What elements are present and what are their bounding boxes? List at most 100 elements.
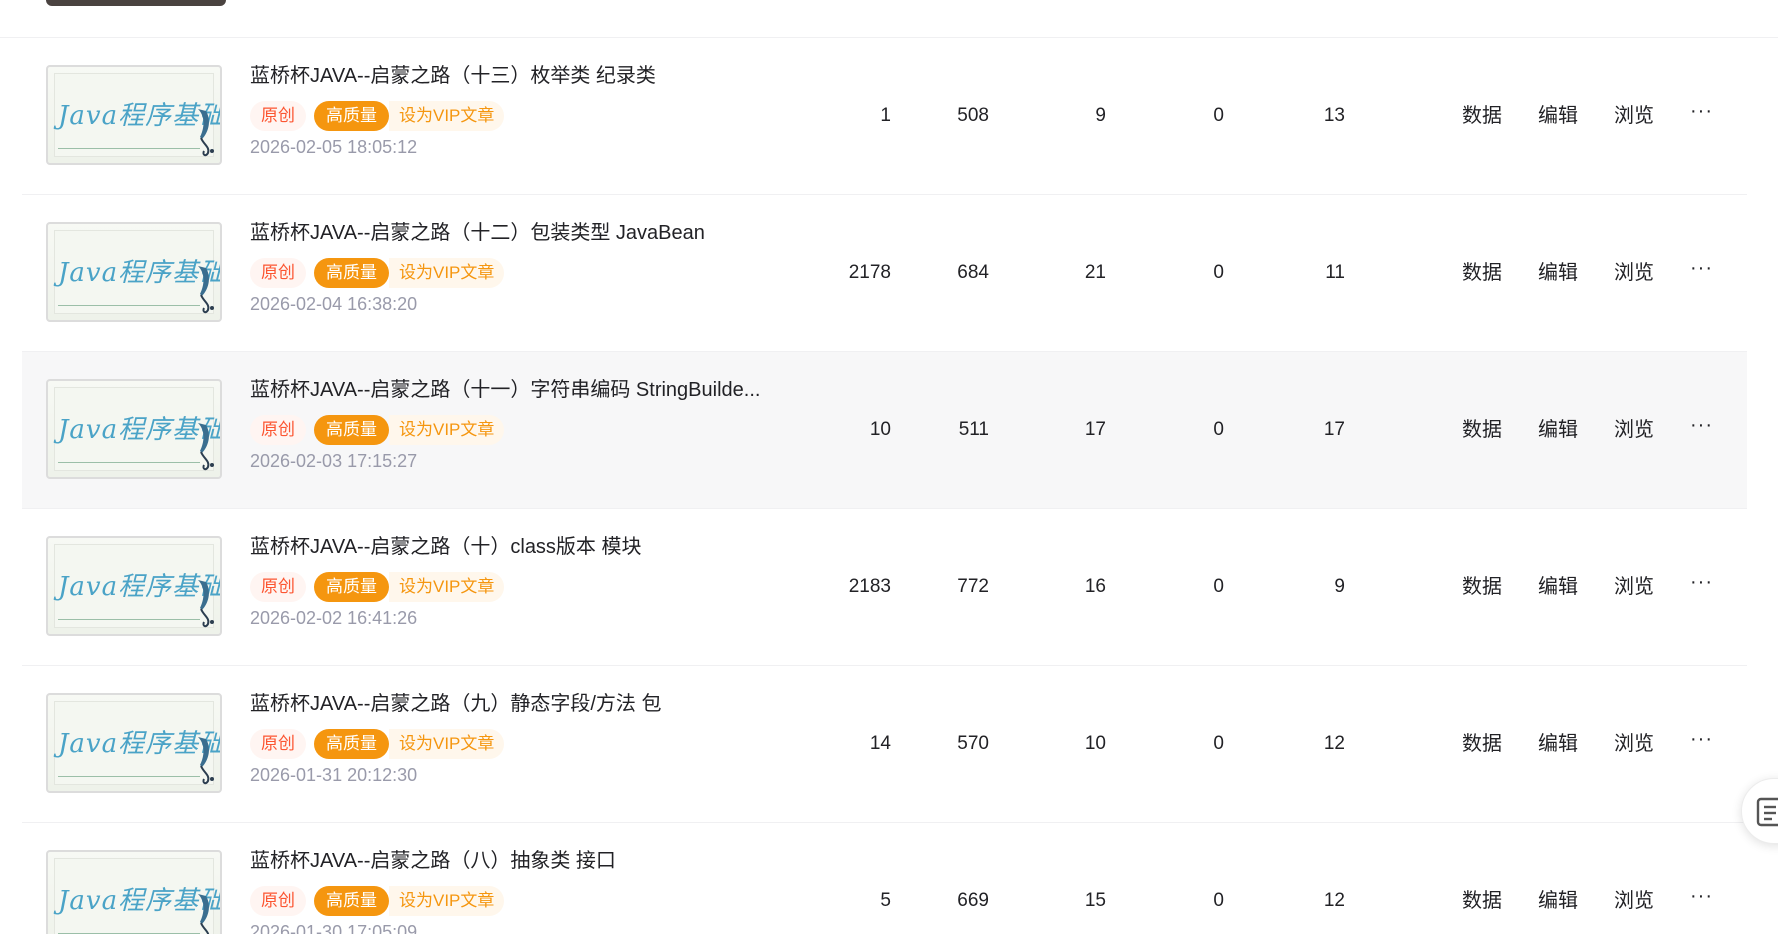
article-row: Java程序基础 蓝桥杯JAVA--启蒙之路（十二）包装类型 JavaBean … — [22, 195, 1747, 352]
stat-views: 5 — [880, 890, 891, 911]
stat-likes: 21 — [1084, 262, 1106, 283]
more-options-icon[interactable]: ··· — [1690, 572, 1713, 592]
article-thumbnail[interactable]: Java程序基础 — [46, 693, 222, 793]
article-actions: 数据 编辑 浏览 ··· — [1462, 101, 1713, 130]
original-tag: 原创 — [250, 101, 306, 131]
set-vip-article-button[interactable]: 设为VIP文章 — [389, 572, 505, 602]
article-title[interactable]: 蓝桥杯JAVA--启蒙之路（十）class版本 模块 — [250, 533, 810, 561]
article-thumbnail[interactable]: Java程序基础 — [46, 536, 222, 636]
article-thumbnail[interactable]: Java程序基础 — [46, 379, 222, 479]
article-tags: 原创 高质量 设为VIP文章 — [250, 572, 505, 602]
more-options-icon[interactable]: ··· — [1690, 258, 1713, 278]
quill-icon — [198, 737, 214, 785]
more-options-icon[interactable]: ··· — [1690, 729, 1713, 749]
stat-collects: 9 — [1334, 576, 1345, 597]
data-button[interactable]: 数据 — [1462, 102, 1502, 130]
set-vip-article-button[interactable]: 设为VIP文章 — [389, 258, 505, 288]
article-tags: 原创 高质量 设为VIP文章 — [250, 258, 505, 288]
article-row: Java程序基础 蓝桥杯JAVA--启蒙之路（十一）字符串编码 StringBu… — [22, 352, 1747, 509]
quill-icon — [198, 266, 214, 314]
article-date: 2026-02-05 18:05:12 — [250, 137, 418, 157]
stat-comments: 0 — [1213, 890, 1224, 911]
stat-views: 2183 — [848, 576, 891, 597]
data-button[interactable]: 数据 — [1462, 730, 1502, 758]
article-title[interactable]: 蓝桥杯JAVA--启蒙之路（十三）枚举类 纪录类 — [250, 62, 810, 90]
view-button[interactable]: 浏览 — [1614, 416, 1654, 444]
set-vip-article-button[interactable]: 设为VIP文章 — [389, 886, 505, 916]
thumbnail-line — [58, 148, 200, 149]
original-tag: 原创 — [250, 415, 306, 445]
stat-reads: 669 — [957, 890, 989, 911]
edit-button[interactable]: 编辑 — [1538, 573, 1578, 601]
article-date: 2026-02-03 17:15:27 — [250, 451, 418, 471]
more-options-icon[interactable]: ··· — [1690, 415, 1713, 435]
stat-views: 2178 — [848, 262, 891, 283]
stat-collects: 13 — [1323, 105, 1345, 126]
article-row: Java程序基础 蓝桥杯JAVA--启蒙之路（八）抽象类 接口 原创 高质量 设… — [22, 823, 1747, 934]
data-button[interactable]: 数据 — [1462, 887, 1502, 915]
article-management-page: Java程序基础 蓝桥杯JAVA--启蒙之路（十三）枚举类 纪录类 原创 高质量… — [0, 0, 1778, 934]
article-title[interactable]: 蓝桥杯JAVA--启蒙之路（八）抽象类 接口 — [250, 847, 810, 875]
article-thumbnail[interactable]: Java程序基础 — [46, 222, 222, 322]
article-date: 2026-01-31 20:12:30 — [250, 765, 418, 785]
article-tags: 原创 高质量 设为VIP文章 — [250, 729, 505, 759]
stat-likes: 9 — [1095, 105, 1106, 126]
stat-likes: 17 — [1084, 419, 1106, 440]
view-button[interactable]: 浏览 — [1614, 573, 1654, 601]
stat-reads: 508 — [957, 105, 989, 126]
edit-button[interactable]: 编辑 — [1538, 730, 1578, 758]
edit-button[interactable]: 编辑 — [1538, 102, 1578, 130]
article-title[interactable]: 蓝桥杯JAVA--启蒙之路（十二）包装类型 JavaBean — [250, 219, 810, 247]
stat-views: 1 — [880, 105, 891, 126]
data-button[interactable]: 数据 — [1462, 416, 1502, 444]
stat-comments: 0 — [1213, 733, 1224, 754]
article-actions: 数据 编辑 浏览 ··· — [1462, 415, 1713, 444]
set-vip-article-button[interactable]: 设为VIP文章 — [389, 101, 505, 131]
high-quality-tag: 高质量 — [314, 572, 389, 602]
stat-views: 14 — [869, 733, 891, 754]
article-row: Java程序基础 蓝桥杯JAVA--启蒙之路（十三）枚举类 纪录类 原创 高质量… — [22, 38, 1747, 195]
article-thumbnail[interactable]: Java程序基础 — [46, 850, 222, 934]
view-button[interactable]: 浏览 — [1614, 730, 1654, 758]
original-tag: 原创 — [250, 729, 306, 759]
article-date: 2026-02-04 16:38:20 — [250, 294, 418, 314]
article-row: Java程序基础 蓝桥杯JAVA--启蒙之路（九）静态字段/方法 包 原创 高质… — [22, 666, 1747, 823]
thumbnail-line — [58, 619, 200, 620]
article-date: 2026-01-30 17:05:09 — [250, 922, 418, 934]
thumbnail-line — [58, 776, 200, 777]
article-tags: 原创 高质量 设为VIP文章 — [250, 415, 505, 445]
edit-button[interactable]: 编辑 — [1538, 259, 1578, 287]
set-vip-article-button[interactable]: 设为VIP文章 — [389, 415, 505, 445]
stat-comments: 0 — [1213, 105, 1224, 126]
original-tag: 原创 — [250, 572, 306, 602]
stat-likes: 10 — [1084, 733, 1106, 754]
stat-reads: 511 — [958, 419, 989, 440]
article-tags: 原创 高质量 设为VIP文章 — [250, 886, 505, 916]
high-quality-tag: 高质量 — [314, 415, 389, 445]
stat-comments: 0 — [1213, 419, 1224, 440]
edit-button[interactable]: 编辑 — [1538, 416, 1578, 444]
more-options-icon[interactable]: ··· — [1690, 886, 1713, 906]
stat-collects: 11 — [1325, 262, 1345, 283]
data-button[interactable]: 数据 — [1462, 259, 1502, 287]
quill-icon — [198, 109, 214, 157]
previous-row-stub — [0, 0, 1778, 38]
view-button[interactable]: 浏览 — [1614, 887, 1654, 915]
stat-reads: 684 — [957, 262, 989, 283]
set-vip-article-button[interactable]: 设为VIP文章 — [389, 729, 505, 759]
article-title[interactable]: 蓝桥杯JAVA--启蒙之路（十一）字符串编码 StringBuilde... — [250, 376, 810, 404]
view-button[interactable]: 浏览 — [1614, 102, 1654, 130]
article-thumbnail[interactable]: Java程序基础 — [46, 65, 222, 165]
previous-thumbnail — [46, 0, 226, 6]
view-button[interactable]: 浏览 — [1614, 259, 1654, 287]
article-list: Java程序基础 蓝桥杯JAVA--启蒙之路（十三）枚举类 纪录类 原创 高质量… — [22, 38, 1747, 934]
original-tag: 原创 — [250, 886, 306, 916]
edit-button[interactable]: 编辑 — [1538, 887, 1578, 915]
stat-views: 10 — [869, 419, 891, 440]
more-options-icon[interactable]: ··· — [1690, 101, 1713, 121]
high-quality-tag: 高质量 — [314, 101, 389, 131]
thumbnail-line — [58, 305, 200, 306]
data-button[interactable]: 数据 — [1462, 573, 1502, 601]
article-title[interactable]: 蓝桥杯JAVA--启蒙之路（九）静态字段/方法 包 — [250, 690, 810, 718]
article-date: 2026-02-02 16:41:26 — [250, 608, 418, 628]
